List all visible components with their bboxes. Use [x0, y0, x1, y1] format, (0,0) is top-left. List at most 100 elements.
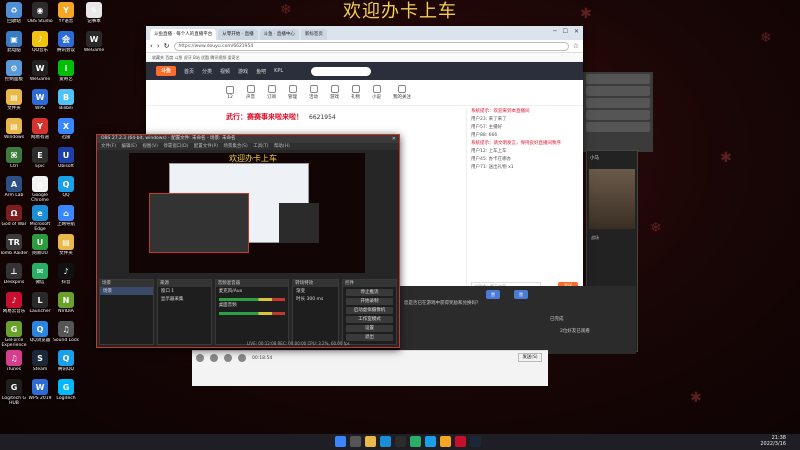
forward-icon[interactable]: ›: [157, 42, 160, 50]
category-item[interactable]: 管理: [288, 85, 297, 100]
desktop-icon[interactable]: L Launcher: [26, 292, 54, 319]
star-icon[interactable]: ☆: [573, 42, 579, 50]
browser-tab[interactable]: 从零开始 · 直播: [218, 29, 258, 40]
browser-tab[interactable]: 斗鱼 · 直播中心: [259, 29, 299, 40]
exit-button[interactable]: 退出: [346, 334, 393, 341]
desktop-icon[interactable]: ▣ 此电脑: [0, 31, 28, 58]
desktop-icon[interactable]: B Bilibili: [52, 89, 80, 116]
qq-icon[interactable]: [425, 436, 436, 447]
desktop-icon[interactable]: ♪ 网易云音乐: [0, 292, 28, 319]
category-item[interactable]: 声音: [246, 85, 255, 100]
nav-item[interactable]: 游戏: [238, 68, 248, 75]
desktop-icon[interactable]: U Ubisoft: [52, 147, 80, 174]
category-item[interactable]: 礼物: [351, 85, 360, 100]
desktop-icon[interactable]: E Epic: [26, 147, 54, 174]
desktop-icon[interactable]: G GeForce Experience: [0, 321, 28, 348]
desktop-icon[interactable]: Y YY语音: [52, 2, 80, 29]
desktop-icon[interactable]: Q QQ浏览器: [26, 321, 54, 348]
category-item[interactable]: 小说: [372, 85, 381, 100]
desktop-icon[interactable]: S Steam: [26, 350, 54, 377]
desktop-icon[interactable]: ♪ 抖音: [52, 263, 80, 290]
desktop-icon[interactable]: ▤ 文件夹: [0, 89, 28, 116]
desktop-icon[interactable]: G Logitech: [52, 379, 80, 406]
site-logo[interactable]: 斗鱼: [156, 66, 176, 76]
file-explorer-icon[interactable]: [365, 436, 376, 447]
minimize-icon[interactable]: ─: [553, 28, 557, 35]
emoji-icon[interactable]: [196, 354, 204, 362]
browser-tab[interactable]: 斗鱼直播 · 每个人的直播平台: [150, 29, 217, 40]
desktop-icon[interactable]: i 爱奇艺: [52, 60, 80, 87]
like-button[interactable]: 赞: [486, 290, 500, 299]
scene-item[interactable]: 场景: [100, 287, 153, 295]
desktop-icon[interactable]: ▤ 文件夹: [52, 234, 80, 261]
wechat-icon[interactable]: [410, 436, 421, 447]
nav-item[interactable]: 鱼吧: [256, 68, 266, 75]
category-item[interactable]: 订阅: [267, 85, 276, 100]
category-item[interactable]: 活动: [309, 85, 318, 100]
start-icon[interactable]: [335, 436, 346, 447]
search-icon[interactable]: [350, 436, 361, 447]
like-button[interactable]: 赞: [514, 290, 528, 299]
desktop-icon[interactable]: Ω God of War: [0, 205, 28, 232]
refresh-icon[interactable]: ↻: [164, 42, 170, 50]
desktop-icon[interactable]: N NVIDIA: [52, 292, 80, 319]
source-item[interactable]: 窗口 1: [158, 287, 211, 295]
category-item[interactable]: 12: [226, 85, 234, 100]
address-bar[interactable]: https://www.douyu.com/6621954: [173, 41, 569, 51]
desktop-icon[interactable]: e Microsoft Edge: [26, 205, 54, 232]
studio-mode-button[interactable]: 工作室模式: [346, 316, 393, 323]
video-thumbnail[interactable]: [589, 169, 635, 229]
settings-button[interactable]: 设置: [346, 325, 393, 332]
desktop-icon[interactable]: W WeGame: [26, 60, 54, 87]
desktop-icon[interactable]: ⊥ Deskpins: [0, 263, 28, 290]
desktop-icon[interactable]: ♪ QQ音乐: [26, 31, 54, 58]
nav-item[interactable]: 分类: [202, 68, 212, 75]
desktop-icon[interactable]: ⌂ 上网导航: [52, 205, 80, 232]
desktop-icon[interactable]: W WeGame: [80, 31, 108, 58]
desktop-icon[interactable]: TR Tomb Raider: [0, 234, 28, 261]
bookmarks-bar[interactable]: 收藏夹 百度 斗鱼 虎牙 B站 优酷 腾讯视频 爱奇艺: [146, 53, 583, 62]
transition-select[interactable]: 渐变: [293, 287, 338, 295]
maximize-icon[interactable]: ☐: [563, 28, 568, 35]
virtual-camera-button[interactable]: 启动虚拟摄像机: [346, 307, 393, 314]
close-icon[interactable]: ✕: [574, 28, 579, 35]
transition-duration[interactable]: 时长 300 ms: [293, 295, 338, 303]
desktop-icon[interactable]: ♫ iTunes: [0, 350, 28, 377]
desktop-icon[interactable]: ◎ Google Chrome: [26, 176, 54, 203]
desktop-icon[interactable]: G Logitech G HUB: [0, 379, 28, 406]
desktop-icon[interactable]: ◉ OBS Studio: [26, 2, 54, 29]
category-item[interactable]: 游戏: [330, 85, 339, 100]
douyu-icon[interactable]: [440, 436, 451, 447]
desktop-icon[interactable]: ✉ 微信: [26, 263, 54, 290]
nav-item[interactable]: KPL: [274, 68, 283, 74]
stop-stream-button[interactable]: 停止推流: [346, 289, 393, 296]
desktop-icon[interactable]: Y 网易有道: [26, 118, 54, 145]
desktop-icon[interactable]: ♻ 回收站: [0, 2, 28, 29]
desktop-icon[interactable]: A Arm Lab: [0, 176, 28, 203]
music-icon[interactable]: [455, 436, 466, 447]
obs-icon[interactable]: [395, 436, 406, 447]
desktop-icon[interactable]: 会腾讯会议: [52, 31, 80, 58]
desktop-icon[interactable]: ⌘ Ctrl: [0, 147, 28, 174]
nav-item[interactable]: 首页: [184, 68, 194, 75]
browser-tab[interactable]: 新标签页: [300, 29, 327, 40]
desktop-icon[interactable]: ♫ Sound Lock: [52, 321, 80, 348]
desktop-icon[interactable]: Q QQ: [52, 176, 80, 203]
folder-icon[interactable]: [210, 354, 218, 362]
steam-icon[interactable]: [470, 436, 481, 447]
back-icon[interactable]: ‹: [150, 42, 153, 50]
desktop-icon[interactable]: W WPS 2019: [26, 379, 54, 406]
desktop-icon[interactable]: ⚙ 控制面板: [0, 60, 28, 87]
desktop-icon[interactable]: W WPS: [26, 89, 54, 116]
scissors-icon[interactable]: [224, 354, 232, 362]
close-icon[interactable]: ✕: [392, 135, 396, 143]
obs-menu-bar[interactable]: 文件(F) 编辑(E) 视图(V) 停靠窗口(D) 配置文件(P) 场景集合(S…: [97, 143, 399, 150]
desktop-icon[interactable]: X 迅雷: [52, 118, 80, 145]
desktop-icon[interactable]: ✎ 记事本: [80, 2, 108, 29]
send-button[interactable]: 发送(S): [518, 353, 542, 362]
site-search-input[interactable]: [311, 66, 372, 76]
start-recording-button[interactable]: 开始录制: [346, 298, 393, 305]
desktop-icon[interactable]: Q 腾讯QQ: [52, 350, 80, 377]
volume-meter[interactable]: [218, 312, 286, 315]
desktop-icon[interactable]: U 网易UU: [26, 234, 54, 261]
